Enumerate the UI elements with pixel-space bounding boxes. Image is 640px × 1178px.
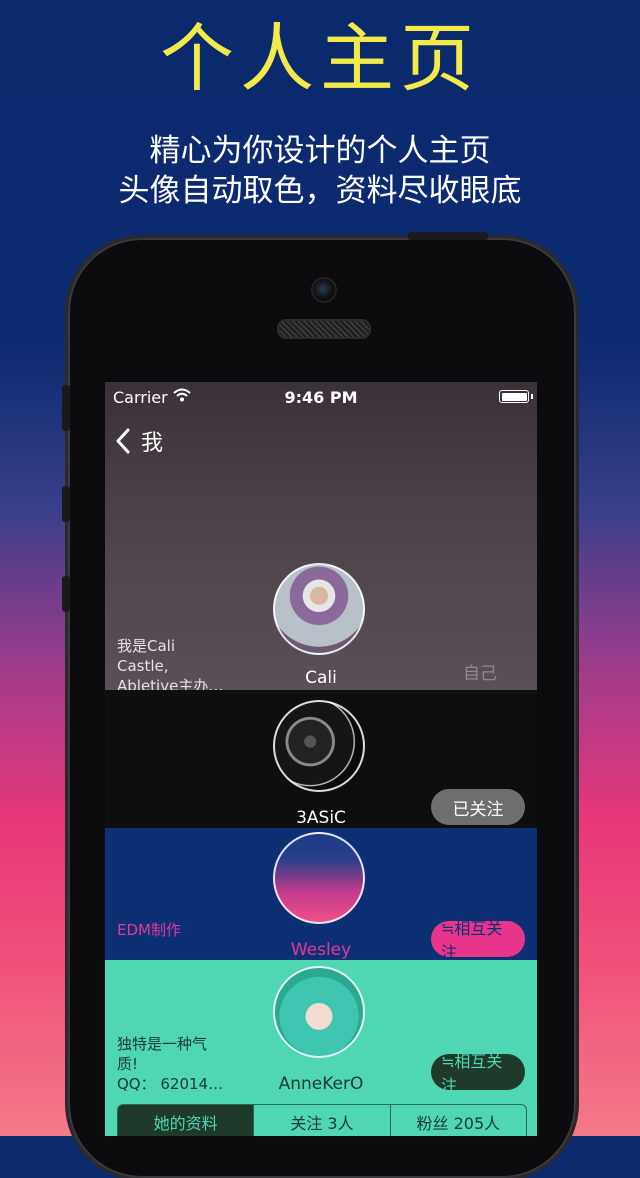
promo-subtitle-line1: 精心为你设计的个人主页 bbox=[149, 133, 491, 169]
earpiece-speaker bbox=[277, 319, 371, 339]
following-button[interactable]: 已关注 bbox=[431, 789, 525, 825]
user-card-3asic[interactable]: 3ASiC 已关注 bbox=[105, 690, 537, 828]
user-bio: EDM制作 bbox=[117, 921, 181, 939]
status-bar: Carrier 9:46 PM bbox=[105, 382, 537, 412]
phone-mute-switch bbox=[62, 385, 70, 431]
back-button[interactable]: 我 bbox=[115, 426, 163, 456]
user-card-cali[interactable]: 我是Cali Castle, Abletive主办… Cali 自己 bbox=[105, 557, 537, 695]
tab-profile[interactable]: 她的资料 bbox=[118, 1105, 254, 1136]
phone-volume-up bbox=[62, 486, 70, 522]
back-label: 我 bbox=[141, 431, 164, 456]
profile-tabs: 她的资料 关注 3人 粉丝 205人 bbox=[117, 1104, 527, 1136]
avatar[interactable] bbox=[273, 832, 365, 924]
phone-volume-down bbox=[62, 576, 70, 612]
promo-subtitle-line2: 头像自动取色，资料尽收眼底 bbox=[118, 173, 522, 209]
avatar[interactable] bbox=[273, 563, 365, 655]
phone-top-button bbox=[408, 232, 488, 240]
promo-title: 个人主页 bbox=[160, 16, 480, 102]
battery-icon bbox=[499, 390, 533, 403]
back-chevron-icon bbox=[116, 428, 130, 454]
mutual-follow-button[interactable]: ≒相互关注 bbox=[431, 1052, 525, 1095]
tab-following[interactable]: 关注 3人 bbox=[253, 1105, 389, 1136]
tab-followers[interactable]: 粉丝 205人 bbox=[389, 1105, 526, 1136]
self-label: 自己 bbox=[463, 664, 497, 684]
front-camera bbox=[311, 277, 337, 303]
avatar[interactable] bbox=[273, 966, 365, 1058]
user-card-wesley[interactable]: EDM制作 Wesley ≒相互关注 bbox=[105, 828, 537, 962]
mutual-follow-button[interactable]: ≒相互关注 bbox=[431, 919, 525, 962]
avatar[interactable] bbox=[273, 700, 365, 792]
phone-screen: Carrier 9:46 PM 我 我是Cali Castle, Abletiv… bbox=[105, 382, 537, 1136]
clock: 9:46 PM bbox=[284, 388, 358, 407]
